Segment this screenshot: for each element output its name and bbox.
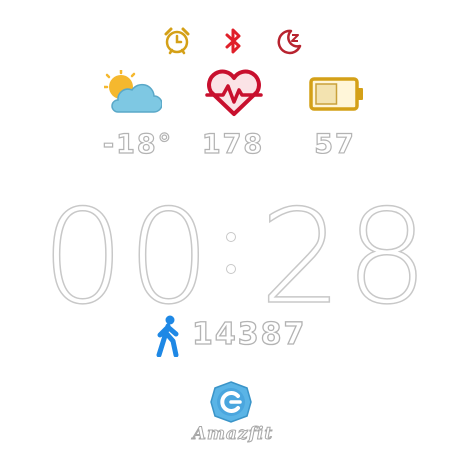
minute-tens-digit: 2 (259, 181, 343, 333)
heart-rate-value: 178 (201, 128, 265, 160)
battery-fill (315, 83, 338, 105)
walking-person-icon (153, 315, 183, 358)
hour-tens-digit: 0 (41, 181, 125, 333)
time-colon-bottom-dot (226, 264, 236, 274)
battery-icon (309, 76, 365, 112)
amazfit-logo-icon (209, 380, 253, 424)
temperature-value: -18° (102, 128, 174, 160)
minute-ones-digit: 8 (345, 181, 429, 333)
brand-name: Amazfit (192, 424, 274, 445)
steps-value: 14387 (191, 316, 307, 352)
bluetooth-icon (218, 26, 248, 56)
do-not-disturb-moon-icon (274, 26, 304, 56)
alarm-icon (162, 26, 192, 56)
time-colon-top-dot (226, 232, 236, 242)
heart-pulse-icon (205, 68, 263, 118)
battery-value: 57 (314, 128, 356, 160)
hour-ones-digit: 0 (127, 181, 211, 333)
partly-cloudy-icon (102, 68, 163, 116)
